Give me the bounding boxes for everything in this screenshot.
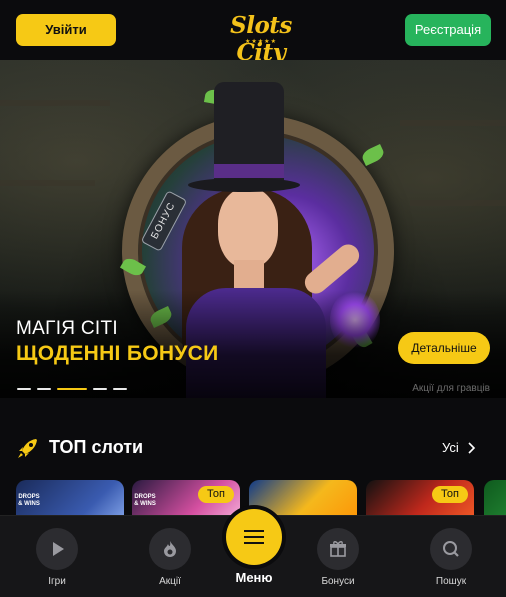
- top-slots-header: ТОП слоти Усі: [0, 428, 506, 468]
- hat-brim: [188, 178, 300, 192]
- section-title: ТОП слоти: [49, 437, 144, 457]
- nav-promotions[interactable]: Акції: [130, 528, 210, 597]
- nav-games[interactable]: Ігри: [17, 528, 97, 597]
- see-all-link[interactable]: Усі: [442, 440, 459, 455]
- nav-label: Ігри: [48, 576, 66, 587]
- slot-tile[interactable]: DROPS & WINS Топ: [132, 480, 240, 515]
- logo-stars: ★★★★★: [245, 39, 277, 45]
- menu-label[interactable]: Меню: [214, 570, 294, 585]
- carousel-dot[interactable]: [93, 388, 107, 390]
- nav-circle: [317, 528, 359, 570]
- play-icon: [53, 542, 64, 556]
- drops-wins-logo: DROPS & WINS: [18, 494, 40, 507]
- hamburger-icon: [244, 530, 264, 544]
- register-button[interactable]: Реєстрація: [405, 14, 491, 46]
- promo-banner[interactable]: БОНУС МАГІЯ СІТІ ЩОДЕННІ БОНУСИ Детальні…: [0, 60, 506, 398]
- shelf-decoration: [400, 120, 506, 126]
- nav-label: Пошук: [435, 576, 467, 587]
- top-badge: Топ: [432, 486, 468, 503]
- top-header: Увійти Slots City ★★★★★ Реєстрація: [0, 0, 506, 66]
- slot-tile[interactable]: Топ: [366, 480, 474, 515]
- slot-tile[interactable]: DROPS & WINS: [16, 480, 124, 515]
- nav-label: Акції: [159, 576, 181, 587]
- promo-subtitle: МАГІЯ СІТІ: [16, 318, 118, 339]
- hat-band: [214, 164, 284, 178]
- carousel-dot[interactable]: [37, 388, 51, 390]
- promo-title: ЩОДЕННІ БОНУСИ: [16, 342, 219, 365]
- slot-tile[interactable]: [484, 480, 506, 515]
- nav-circle: [430, 528, 472, 570]
- login-button[interactable]: Увійти: [16, 14, 116, 46]
- witch-face: [218, 188, 278, 268]
- shelf-decoration: [0, 100, 110, 106]
- menu-button[interactable]: [226, 509, 282, 565]
- nav-circle: [36, 528, 78, 570]
- carousel-dot[interactable]: [17, 388, 31, 390]
- nav-search[interactable]: Пошук: [411, 528, 491, 597]
- fire-icon: [164, 541, 176, 557]
- carousel-dot-active[interactable]: [57, 388, 87, 390]
- nav-bonuses[interactable]: Бонуси: [298, 528, 378, 597]
- nav-label: Бонуси: [321, 576, 355, 587]
- shelf-decoration: [410, 200, 506, 206]
- search-icon: [443, 541, 459, 557]
- rocket-icon: [18, 439, 37, 458]
- top-badge: Топ: [198, 486, 234, 503]
- slot-tile[interactable]: [249, 480, 357, 515]
- chevron-right-icon[interactable]: [466, 441, 476, 455]
- slots-city-logo[interactable]: Slots City ★★★★★: [206, 10, 316, 66]
- details-button[interactable]: Детальніше: [398, 332, 490, 364]
- gift-icon: [330, 541, 346, 557]
- carousel-dot[interactable]: [113, 388, 127, 390]
- shelf-decoration: [0, 180, 95, 186]
- promo-caption: Акції для гравців: [412, 383, 490, 394]
- drops-wins-logo: DROPS & WINS: [134, 494, 156, 507]
- nav-circle: [149, 528, 191, 570]
